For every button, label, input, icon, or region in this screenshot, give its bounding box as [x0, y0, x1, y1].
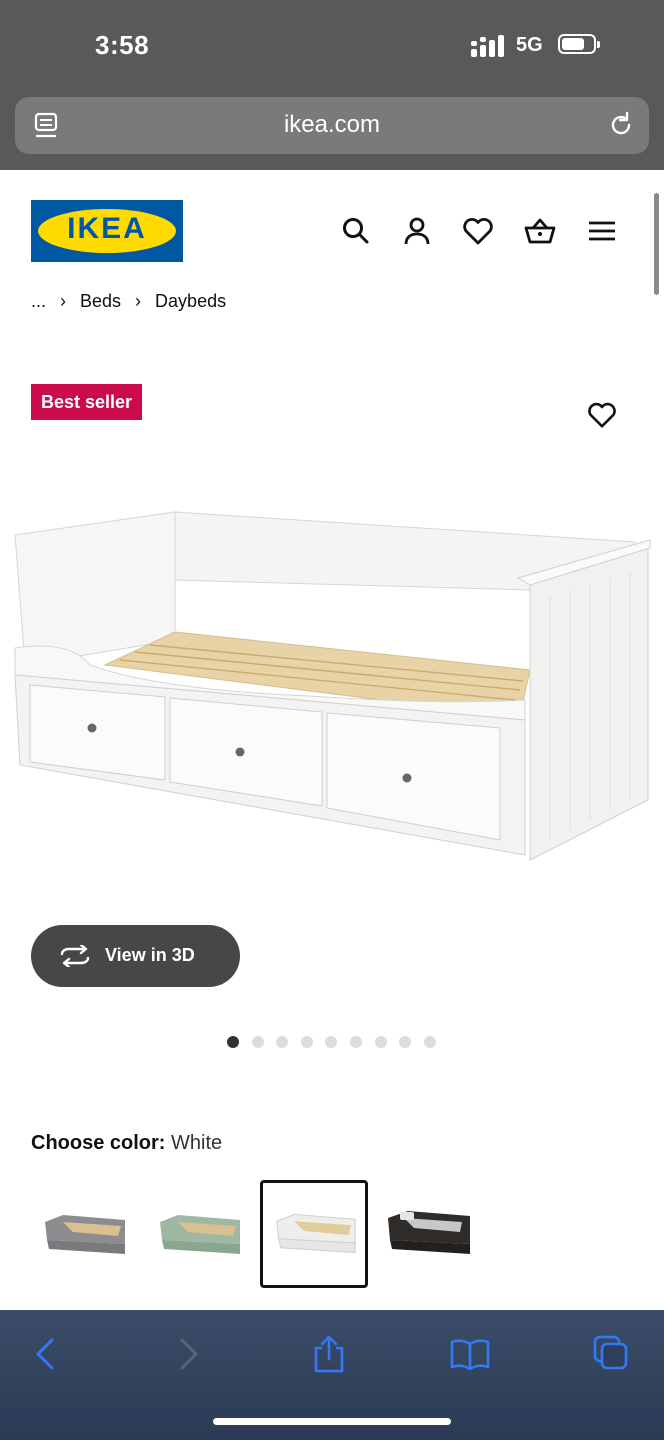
color-swatch-black-brown[interactable] — [378, 1182, 482, 1284]
choose-color-title: Choose color: — [31, 1132, 166, 1154]
forward-chevron-icon[interactable] — [176, 1334, 202, 1374]
gallery-dot[interactable] — [374, 1036, 387, 1048]
gallery-dot[interactable] — [349, 1036, 362, 1048]
gallery-dot[interactable] — [276, 1036, 289, 1048]
network-type: 5G — [516, 34, 543, 56]
chevron-right-icon: › — [135, 291, 142, 311]
ikea-logo[interactable]: IKEA — [31, 200, 183, 262]
search-icon[interactable] — [339, 214, 373, 248]
back-chevron-icon[interactable] — [32, 1334, 58, 1374]
breadcrumb-ellipsis[interactable]: ... — [31, 291, 46, 312]
wishlist-icon[interactable] — [461, 214, 495, 248]
color-swatch-gray[interactable] — [33, 1182, 137, 1284]
add-to-wishlist-heart-icon[interactable] — [586, 400, 618, 430]
address-bar[interactable]: ikea.com — [15, 97, 649, 154]
gallery-dot[interactable] — [423, 1036, 436, 1048]
reload-icon[interactable] — [607, 111, 635, 139]
status-time: 3:58 — [95, 30, 150, 60]
choose-color-label: Choose color: White — [31, 1132, 222, 1155]
account-icon[interactable] — [400, 214, 434, 248]
color-swatch-white-selected[interactable] — [260, 1180, 368, 1288]
share-icon[interactable] — [310, 1334, 348, 1374]
gallery-dot[interactable] — [399, 1036, 412, 1048]
gallery-dot[interactable] — [300, 1036, 313, 1048]
gallery-dot[interactable] — [227, 1036, 239, 1048]
breadcrumb-item-beds[interactable]: Beds — [80, 291, 121, 312]
browser-chrome: 3:58 5G ikea.com — [0, 0, 664, 170]
shopping-bag-icon[interactable] — [523, 214, 557, 248]
menu-icon[interactable] — [585, 214, 619, 248]
url-text[interactable]: ikea.com — [15, 111, 649, 139]
gallery-pagination — [227, 1036, 436, 1048]
rotate-3d-icon — [60, 945, 90, 967]
battery-icon — [558, 34, 600, 54]
bookmarks-icon[interactable] — [449, 1334, 491, 1374]
tabs-icon[interactable] — [591, 1334, 631, 1374]
gallery-dot[interactable] — [325, 1036, 338, 1048]
color-swatch-green[interactable] — [148, 1182, 252, 1284]
best-seller-badge: Best seller — [31, 384, 143, 420]
view-in-3d-button[interactable]: View in 3D — [31, 925, 240, 987]
product-image-daybed[interactable] — [10, 500, 654, 870]
logo-text: IKEA — [67, 212, 147, 245]
page-scrollbar[interactable] — [654, 193, 659, 295]
home-indicator[interactable] — [213, 1418, 451, 1425]
breadcrumb-item-daybeds[interactable]: Daybeds — [155, 291, 226, 312]
gallery-dot[interactable] — [251, 1036, 264, 1048]
selected-color-value: White — [171, 1132, 223, 1154]
chevron-right-icon: › — [60, 291, 67, 311]
view-in-3d-label: View in 3D — [105, 945, 195, 965]
breadcrumb: ... › Beds › Daybeds — [31, 291, 226, 312]
cellular-signal-icon — [471, 35, 504, 57]
